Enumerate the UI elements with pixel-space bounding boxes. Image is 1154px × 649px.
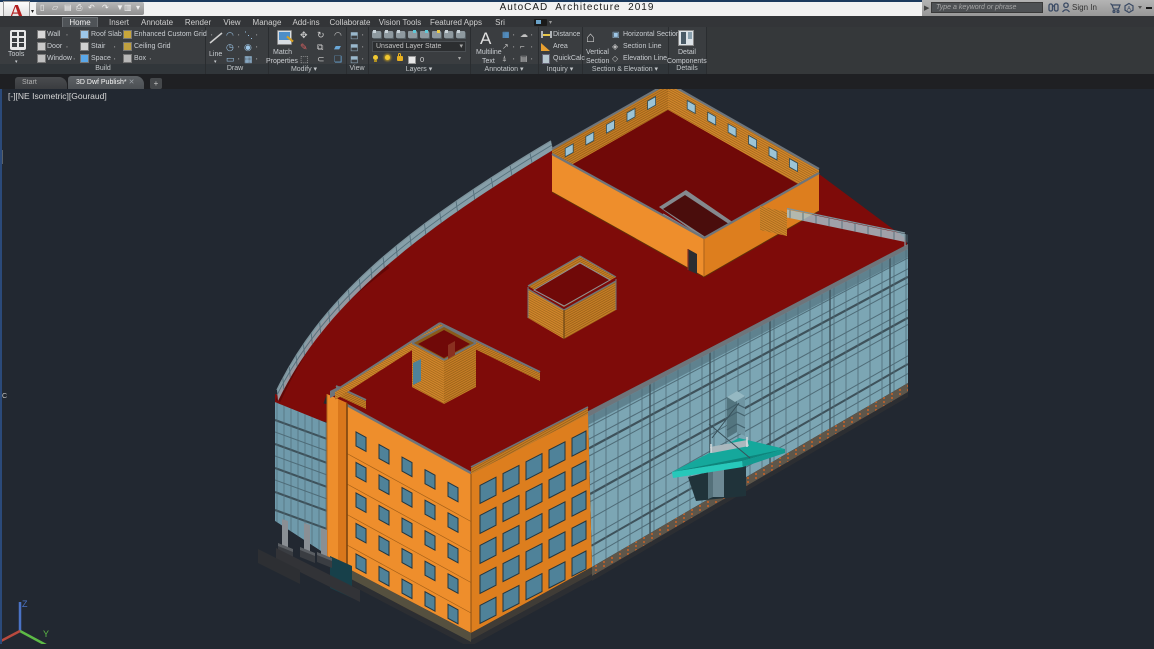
svg-text:A: A (1127, 7, 1131, 13)
svg-text:C: C (2, 393, 7, 400)
svg-text:Z: Z (22, 599, 28, 609)
svg-text:Y: Y (43, 629, 49, 639)
